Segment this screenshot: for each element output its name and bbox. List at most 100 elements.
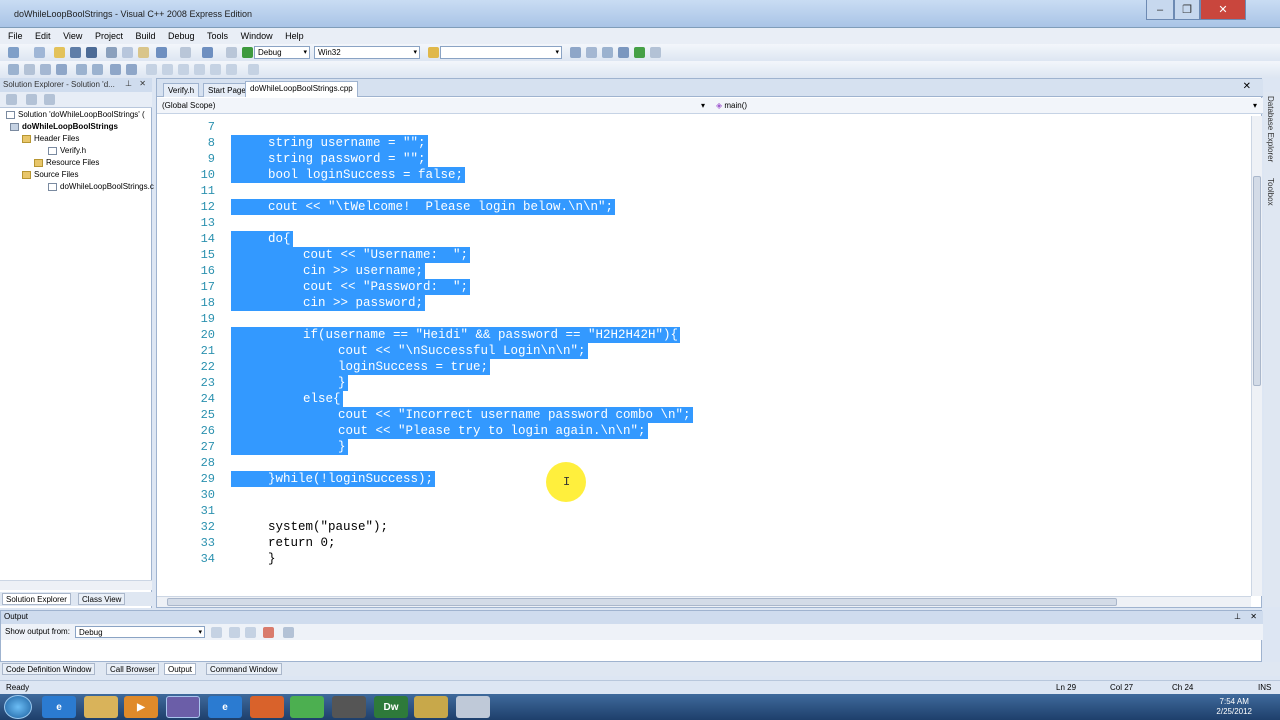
close-document-icon[interactable]: ✕ [1243,81,1251,92]
start-debugging-icon[interactable] [242,47,253,58]
menu-edit[interactable]: Edit [35,31,51,41]
toolbox-tab[interactable]: Toolbox [1266,178,1275,206]
show-all-files-icon[interactable] [44,94,55,105]
save-icon[interactable] [70,47,81,58]
code-line[interactable]: 9 string password = ""; [157,151,1251,167]
ie-icon[interactable]: e [42,696,76,718]
hscroll-thumb[interactable] [167,598,1117,606]
tab-code-definition[interactable]: Code Definition Window [2,663,96,675]
menu-tools[interactable]: Tools [207,31,228,41]
window-layout-icon[interactable] [650,47,661,58]
minimize-button[interactable]: ‒ [1146,0,1174,20]
code-line[interactable]: 16 cin >> username; [157,263,1251,279]
code-line[interactable]: 10 bool loginSuccess = false; [157,167,1251,183]
code-line[interactable]: 25 cout << "Incorrect username password c… [157,407,1251,423]
vscroll-thumb[interactable] [1253,176,1261,386]
tree-source-files[interactable]: Source Files [22,170,78,179]
visual-studio-icon[interactable] [166,696,200,718]
find-message-icon[interactable] [211,627,222,638]
parameter-info-icon[interactable] [24,64,35,75]
firefox-icon[interactable] [250,696,284,718]
scope-combo[interactable]: (Global Scope) ▾ [159,100,707,112]
redo-icon[interactable] [180,47,191,58]
dreamweaver-icon[interactable]: Dw [374,696,408,718]
open-icon[interactable] [54,47,65,58]
refresh-icon[interactable] [26,94,37,105]
bookmark-icon[interactable] [146,64,157,75]
code-area[interactable]: 7 8 string username = ""; 9 string password … [157,116,1251,596]
code-line[interactable]: 32 system("pause"); [157,519,1251,535]
menu-project[interactable]: Project [95,31,123,41]
media-player-icon[interactable]: ▶ [124,696,158,718]
tab-verify-h[interactable]: Verify.h [163,83,200,97]
menu-view[interactable]: View [63,31,82,41]
undo-icon[interactable] [156,47,167,58]
start-button[interactable] [4,695,32,719]
pin-icon[interactable]: ⊥ [125,79,132,88]
code-line[interactable]: 30 [157,487,1251,503]
toolbox-icon[interactable] [618,47,629,58]
code-line[interactable]: 14 do{ [157,231,1251,247]
code-line[interactable]: 31 [157,503,1251,519]
cut-icon[interactable] [106,47,117,58]
start-page-icon[interactable] [634,47,645,58]
close-button[interactable]: ✕ [1200,0,1246,20]
show-output-select[interactable]: Debug ▾ [75,626,205,638]
tree-header-files[interactable]: Header Files [22,134,79,143]
quick-info-icon[interactable] [40,64,51,75]
code-line[interactable]: 21 cout << "\nSuccessful Login\n\n"; [157,343,1251,359]
properties-icon[interactable] [586,47,597,58]
code-line[interactable]: 11 [157,183,1251,199]
solution-explorer-icon[interactable] [570,47,581,58]
add-item-icon[interactable] [34,47,45,58]
code-line[interactable]: 26 cout << "Please try to login again.\n\… [157,423,1251,439]
code-line[interactable]: 28 [157,455,1251,471]
object-browser-icon[interactable] [602,47,613,58]
code-line[interactable]: 29}while(!loginSuccess); [157,471,1251,487]
go-to-next-icon[interactable] [229,627,240,638]
clear-all-icon[interactable] [263,627,274,638]
tree-resource-files[interactable]: Resource Files [34,158,99,167]
tab-output[interactable]: Output [164,663,197,675]
notepad-icon[interactable] [456,696,490,718]
go-to-prev-icon[interactable] [245,627,256,638]
properties-icon[interactable] [6,94,17,105]
menu-debug[interactable]: Debug [168,31,195,41]
find-in-files-icon[interactable] [428,47,439,58]
menu-build[interactable]: Build [135,31,155,41]
tab-main-cpp[interactable]: doWhileLoopBoolStrings.cpp [245,81,358,97]
code-line[interactable]: 15 cout << "Username: "; [157,247,1251,263]
tree-project[interactable]: doWhileLoopBoolStrings [10,122,118,131]
prev-bookmark-folder-icon[interactable] [194,64,205,75]
outdent-icon[interactable] [76,64,87,75]
pin-icon[interactable]: ⊥ [1234,612,1241,621]
tree-verify-h[interactable]: Verify.h [48,146,86,155]
navigate-back-icon[interactable] [202,47,213,58]
tree-source-cpp[interactable]: doWhileLoopBoolStrings.c [48,182,154,191]
find-combo[interactable]: ▾ [440,46,562,59]
code-line[interactable]: 12 cout << "\tWelcome! Please login below… [157,199,1251,215]
member-combo[interactable]: ◈ main() ▾ [713,100,1259,112]
code-line[interactable]: 23} [157,375,1251,391]
configuration-select[interactable]: Debug ▾ [254,46,310,59]
system-tray-clock[interactable]: 7:54 AM 2/25/2012 [1216,697,1252,717]
new-project-icon[interactable] [8,47,19,58]
explorer-icon[interactable] [84,696,118,718]
tab-class-view[interactable]: Class View [78,593,126,605]
database-explorer-tab[interactable]: Database Explorer [1266,96,1275,162]
tree-solution[interactable]: Solution 'doWhileLoopBoolStrings' ( [6,110,145,119]
word-wrap-icon[interactable] [283,627,294,638]
next-bookmark-folder-icon[interactable] [210,64,221,75]
navigate-forward-icon[interactable] [226,47,237,58]
solution-explorer-hscroll[interactable] [0,580,152,590]
code-line[interactable]: 27} [157,439,1251,455]
complete-word-icon[interactable] [56,64,67,75]
code-line[interactable]: 34} [157,551,1251,567]
code-line[interactable]: 33 return 0; [157,535,1251,551]
copy-icon[interactable] [122,47,133,58]
code-line[interactable]: 17 cout << "Password: "; [157,279,1251,295]
code-line[interactable]: 19 [157,311,1251,327]
editor-hscroll[interactable] [157,596,1251,607]
app-icon[interactable] [414,696,448,718]
chrome-icon[interactable] [290,696,324,718]
